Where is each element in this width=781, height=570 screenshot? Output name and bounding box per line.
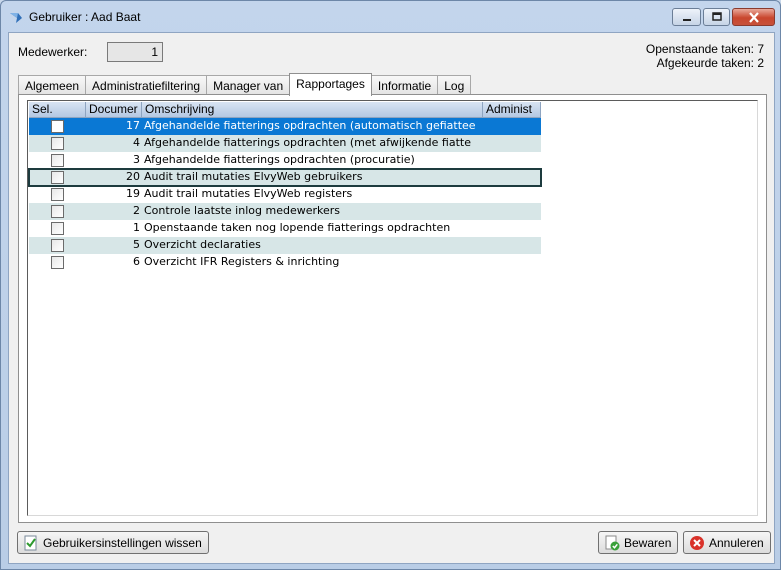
document-cell: 2 — [133, 204, 140, 217]
column-header-sel[interactable]: Sel. — [29, 102, 86, 118]
close-icon — [748, 11, 759, 23]
tab-manager-van[interactable]: Manager van — [206, 75, 291, 95]
document-cell: 1 — [133, 221, 140, 234]
open-tasks-text: Openstaande taken: 7 — [645, 42, 764, 56]
sel-cell — [29, 135, 86, 152]
table-row[interactable]: 17 Afgehandelde fiatterings opdrachten (a… — [29, 118, 541, 135]
administration-cell — [483, 169, 541, 186]
user-window: Gebruiker : Aad Baat Medewerker: 1 Opens… — [0, 0, 781, 570]
description-cell: Overzicht declaraties — [144, 238, 261, 251]
description-cell: Overzicht IFR Registers & inrichting — [144, 255, 340, 268]
table-row[interactable]: 1 Openstaande taken nog lopende fiatterin… — [29, 220, 541, 237]
maximize-button[interactable] — [703, 8, 730, 26]
cancel-button[interactable]: Annuleren — [683, 531, 771, 554]
table-row[interactable]: 19 Audit trail mutaties ElvyWeb registers — [29, 186, 541, 203]
save-button[interactable]: Bewaren — [598, 531, 679, 554]
document-cell: 20 — [126, 170, 140, 183]
description-cell: Audit trail mutaties ElvyWeb gebruikers — [144, 170, 363, 183]
tab-administratiefiltering[interactable]: Administratiefiltering — [85, 75, 208, 95]
description-cell: Openstaande taken nog lopende fiattering… — [144, 221, 451, 234]
sel-cell — [29, 254, 86, 271]
document-cell: 19 — [126, 187, 140, 200]
description-cell: Afgehandelde fiatterings opdrachten (met… — [144, 136, 471, 149]
tab-informatie[interactable]: Informatie — [370, 75, 439, 95]
window-title: Gebruiker : Aad Baat — [29, 10, 141, 24]
checkmark-document-icon — [23, 535, 39, 551]
cancel-x-icon — [689, 535, 705, 551]
sel-cell — [29, 237, 86, 254]
maximize-icon — [711, 12, 722, 21]
select-checkbox[interactable] — [51, 222, 64, 235]
column-header-administratie[interactable]: Administ — [483, 102, 541, 118]
document-cell: 5 — [133, 238, 140, 251]
table-row[interactable]: 2 Controle laatste inlog medewerkers — [29, 203, 541, 220]
column-header-document[interactable]: Documer — [86, 102, 142, 118]
administration-cell — [483, 254, 541, 271]
select-checkbox[interactable] — [51, 120, 64, 133]
tab-algemeen[interactable]: Algemeen — [18, 75, 87, 95]
sel-cell — [29, 220, 86, 237]
document-cell: 3 — [133, 153, 140, 166]
reports-panel: Sel. Documer Omschrijving Administ 17 Afg… — [18, 94, 767, 523]
cancel-label: Annuleren — [709, 535, 764, 550]
task-stats: Openstaande taken: 7 Afgekeurde taken: 2 — [646, 42, 764, 70]
administration-cell — [483, 118, 541, 135]
table-row[interactable]: 3 Afgehandelde fiatterings opdrachten (pr… — [29, 152, 541, 169]
select-checkbox[interactable] — [51, 256, 64, 269]
select-checkbox[interactable] — [51, 171, 64, 184]
employee-field[interactable]: 1 — [107, 42, 163, 62]
select-checkbox[interactable] — [51, 239, 64, 252]
select-checkbox[interactable] — [51, 154, 64, 167]
sel-cell — [29, 152, 86, 169]
app-arrow-icon — [9, 10, 23, 24]
description-cell: Audit trail mutaties ElvyWeb registers — [144, 187, 353, 200]
reset-settings-label: Gebruikersinstellingen wissen — [43, 535, 202, 550]
administration-cell — [483, 220, 541, 237]
sel-cell — [29, 118, 86, 135]
table-row[interactable]: 20 Audit trail mutaties ElvyWeb gebruiker… — [28, 168, 542, 187]
sel-cell — [29, 169, 86, 186]
reports-grid[interactable]: Sel. Documer Omschrijving Administ 17 Afg… — [27, 100, 758, 516]
save-label: Bewaren — [624, 535, 672, 550]
select-checkbox[interactable] — [51, 137, 64, 150]
tab-log[interactable]: Log — [437, 75, 472, 95]
description-cell: Afgehandelde fiatterings opdrachten (aut… — [144, 119, 476, 132]
description-cell: Controle laatste inlog medewerkers — [144, 204, 340, 217]
table-row[interactable]: 6 Overzicht IFR Registers & inrichting — [29, 254, 541, 271]
document-cell: 4 — [133, 136, 140, 149]
rejected-tasks-text: Afgekeurde taken: 2 — [656, 56, 764, 70]
sel-cell — [29, 203, 86, 220]
description-cell: Afgehandelde fiatterings opdrachten (pro… — [144, 153, 415, 166]
minimize-button[interactable] — [672, 8, 701, 26]
grid-header: Sel. Documer Omschrijving Administ — [29, 102, 541, 118]
select-checkbox[interactable] — [51, 188, 64, 201]
title-bar[interactable]: Gebruiker : Aad Baat — [1, 1, 780, 32]
administration-cell — [483, 135, 541, 152]
table-row[interactable]: 5 Overzicht declaraties — [29, 237, 541, 254]
column-header-omschrijving[interactable]: Omschrijving — [142, 102, 483, 118]
tab-rapportages[interactable]: Rapportages — [289, 73, 372, 96]
reset-settings-button[interactable]: Gebruikersinstellingen wissen — [17, 531, 209, 554]
administration-cell — [483, 186, 541, 203]
client-area: Medewerker: 1 Openstaande taken: 7 Afgek… — [8, 32, 775, 564]
close-button[interactable] — [732, 8, 775, 26]
tab-strip: Algemeen Administratiefiltering Manager … — [18, 73, 472, 96]
administration-cell — [483, 237, 541, 254]
administration-cell — [483, 203, 541, 220]
document-cell: 17 — [126, 119, 140, 132]
document-cell: 6 — [133, 255, 140, 268]
save-check-icon — [604, 535, 620, 551]
administration-cell — [483, 152, 541, 169]
select-checkbox[interactable] — [51, 205, 64, 218]
table-row[interactable]: 4 Afgehandelde fiatterings opdrachten (me… — [29, 135, 541, 152]
minimize-icon — [682, 19, 691, 21]
employee-label: Medewerker: — [18, 45, 88, 59]
sel-cell — [29, 186, 86, 203]
